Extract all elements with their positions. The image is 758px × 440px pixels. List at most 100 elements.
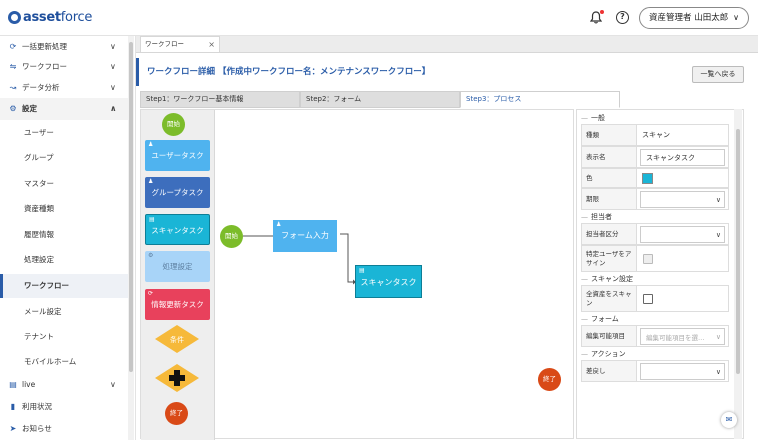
prop-label-sendback: 差戻し [582,361,637,381]
sidebar-item-label: ワークフロー [22,62,67,71]
window-tab-label: ワークフロー [145,40,184,48]
prop-label-deadline: 期限 [582,189,637,209]
close-icon[interactable]: × [208,37,215,52]
sidebar: ⟳ 一括更新処理 ∨ ⇋ ワークフロー ∨ ↝ データ分析 ∨ ⚙ 設定 ∧ ユ… [0,36,136,440]
chevron-down-icon: ∨ [715,230,721,239]
color-swatch[interactable] [642,173,653,184]
user-menu-button[interactable]: 資産管理者 山田太郎 ∨ [639,7,749,29]
sidebar-item-label: 一括更新処理 [22,42,67,51]
megaphone-icon: ➤ [9,424,17,433]
sidebar-subitem-workflow[interactable]: ワークフロー [0,274,128,298]
prop-row-editable-items: 編集可能項目 編集可能項目を選… ∨ [581,325,729,347]
user-name: 資産管理者 山田太郎 [649,13,729,23]
section-assignee: — 担当者 [581,213,612,221]
diagram-form-input-node[interactable]: ♟ フォーム入力 [273,220,337,252]
deadline-select[interactable]: ∨ [640,191,725,208]
tab-step3[interactable]: Step3：プロセス [460,91,620,108]
section-form: — フォーム [581,315,619,323]
sidebar-item-usage[interactable]: ▮ 利用状況 [0,396,128,418]
properties-scrollbar[interactable] [734,109,742,439]
help-icon[interactable]: ? [616,11,629,24]
sidebar-subitem-users[interactable]: ユーザー [0,121,128,145]
display-name-input[interactable]: スキャンタスク [640,149,725,166]
prop-label-type: 種類 [582,125,637,145]
scan-all-checkbox[interactable] [643,294,653,304]
sidebar-item-label: 設定 [22,104,37,113]
chevron-down-icon: ∨ [715,195,721,204]
page-title: ワークフロー詳細 【作成中ワークフロー名：メンテナンスワークフロー】 [147,67,431,77]
tab-step1[interactable]: Step1：ワークフロー基本情報 [140,91,300,108]
sidebar-subitem-mobile-home[interactable]: モバイルホーム [0,350,128,374]
prop-label-display-name: 表示名 [582,147,637,167]
sidebar-subitem-process-settings[interactable]: 処理設定 [0,248,128,272]
sidebar-item-label: live [22,380,36,389]
chevron-down-icon: ∨ [110,62,116,71]
prop-row-type: 種類 スキャン [581,124,729,146]
section-action: — アクション [581,350,626,358]
process-canvas[interactable]: 開始 ♟ ユーザータスク ♟ グループタスク ▤ スキャンタスク ⚙ 処理設定 [140,109,574,440]
scrollbar-thumb[interactable] [736,129,740,374]
chat-icon[interactable]: ✉ [721,412,737,428]
chevron-up-icon: ∧ [110,104,117,113]
refresh-icon: ⟳ [9,42,17,51]
sidebar-subitem-groups[interactable]: グループ [0,146,128,170]
assignee-type-select[interactable]: ∨ [640,226,725,243]
back-to-list-button[interactable]: 一覧へ戻る [692,66,744,83]
prop-row-assignee-type: 担当者区分 ∨ [581,223,729,245]
sidebar-item-data-analysis[interactable]: ↝ データ分析 ∨ [0,77,128,99]
notification-dot [600,10,604,14]
app-logo[interactable]: assetforce [8,10,92,25]
live-icon: ▤ [9,380,17,389]
diagram-scan-task-node[interactable]: ▤ スキャンタスク [355,265,422,298]
prop-row-scan-all: 全資産をスキャン [581,285,729,312]
bar-chart-icon: ▮ [10,402,16,411]
sidebar-item-news[interactable]: ➤ お知らせ [0,418,128,440]
section-scan-settings: — スキャン設定 [581,275,633,283]
prop-label-color: 色 [582,169,637,187]
prop-label-specific-user: 特定ユーザをアサイン [582,246,637,271]
chevron-down-icon: ∨ [110,42,116,51]
main-area: ワークフロー × ワークフロー詳細 【作成中ワークフロー名：メンテナンスワークフ… [136,36,758,440]
window-tab-workflow[interactable]: ワークフロー × [140,36,220,52]
editable-items-select[interactable]: 編集可能項目を選… ∨ [640,328,725,345]
top-header: assetforce ? 資産管理者 山田太郎 ∨ [0,0,758,36]
diagram-end-node[interactable]: 終了 [538,368,561,391]
workflow-detail-panel: ワークフロー詳細 【作成中ワークフロー名：メンテナンスワークフロー】 一覧へ戻る… [136,52,758,440]
sidebar-subitem-master[interactable]: マスター [0,172,128,196]
scan-icon: ▤ [359,267,365,274]
logo-mark-icon [8,11,21,24]
specific-user-checkbox[interactable] [643,254,653,264]
scrollbar-thumb[interactable] [129,42,133,372]
sidebar-item-label: 利用状況 [22,402,52,411]
prop-row-display-name: 表示名 スキャンタスク [581,146,729,168]
section-general: — 一般 [581,114,605,122]
node-label: スキャンタスク [360,278,417,287]
sidebar-item-workflow[interactable]: ⇋ ワークフロー ∨ [0,56,128,78]
sidebar-scrollbar[interactable] [128,36,134,440]
sidebar-subitem-mail-settings[interactable]: メール設定 [0,300,128,324]
sidebar-item-settings[interactable]: ⚙ 設定 ∧ [0,98,128,120]
sidebar-item-label: データ分析 [22,83,60,92]
chevron-down-icon: ∨ [715,332,721,341]
chevron-down-icon: ∨ [715,367,721,376]
prop-value-type: スキャン [642,131,670,139]
chevron-down-icon: ∨ [733,13,739,22]
prop-row-specific-user: 特定ユーザをアサイン [581,245,729,272]
sendback-select[interactable]: ∨ [640,363,725,380]
sidebar-subitem-history[interactable]: 履歴情報 [0,223,128,247]
diagram-start-node[interactable]: 開始 [220,225,243,248]
sidebar-subitem-tenant[interactable]: テナント [0,325,128,349]
workflow-icon: ⇋ [9,62,17,71]
logo-text-bold: asset [23,10,61,25]
sidebar-subitem-asset-types[interactable]: 資産種類 [0,197,128,221]
prop-row-color: 色 [581,168,729,188]
sidebar-item-bulk-update[interactable]: ⟳ 一括更新処理 ∨ [0,36,128,58]
sidebar-item-live[interactable]: ▤ live ∨ [0,374,128,396]
sidebar-item-label: お知らせ [22,424,52,433]
prop-label-editable-items: 編集可能項目 [582,326,637,346]
user-icon: ♟ [276,221,282,228]
title-bar: ワークフロー詳細 【作成中ワークフロー名：メンテナンスワークフロー】 一覧へ戻る [136,58,744,86]
prop-label-scan-all: 全資産をスキャン [582,286,637,311]
tab-step2[interactable]: Step2：フォーム [300,91,460,108]
gear-icon: ⚙ [9,104,17,113]
